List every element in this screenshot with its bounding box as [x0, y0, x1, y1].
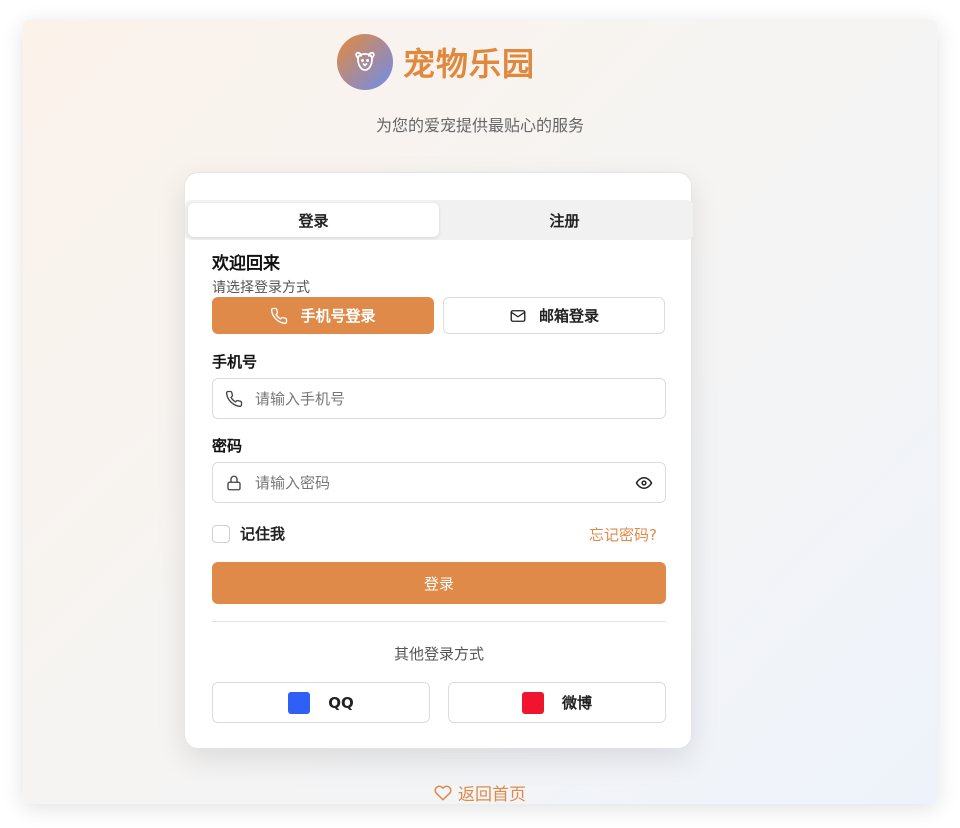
- phone-login-label: 手机号登录: [300, 307, 376, 325]
- weibo-label: 微博: [561, 694, 592, 712]
- weibo-login-button[interactable]: 微博: [448, 682, 666, 723]
- email-login-button[interactable]: 邮箱登录: [443, 297, 665, 334]
- heart-icon: [434, 784, 452, 802]
- brand-tagline: 为您的爱宠提供最贴心的服务: [375, 116, 584, 135]
- welcome-heading: 欢迎回来: [212, 254, 280, 274]
- remember-me[interactable]: 记住我: [212, 523, 285, 544]
- password-input[interactable]: [255, 473, 623, 492]
- eye-icon[interactable]: [635, 474, 653, 492]
- brand-name: 宠物乐园: [403, 45, 536, 83]
- qq-label: QQ: [328, 693, 354, 712]
- phone-field[interactable]: [212, 378, 666, 419]
- remember-checkbox[interactable]: [212, 524, 230, 543]
- remember-label: 记住我: [240, 525, 286, 543]
- login-submit-button[interactable]: 登录: [212, 562, 666, 604]
- phone-input[interactable]: [255, 389, 653, 408]
- phone-icon: [270, 307, 288, 325]
- email-login-label: 邮箱登录: [538, 307, 599, 325]
- tab-login[interactable]: 登录: [188, 203, 439, 237]
- brand-header: 宠物乐园: [337, 34, 535, 90]
- auth-tabs: 登录 注册: [185, 200, 693, 240]
- app-window: 宠物乐园 为您的爱宠提供最贴心的服务 登录 注册 欢迎回来 请选择登录方式 手机…: [23, 20, 937, 804]
- back-home-link[interactable]: 返回首页: [23, 780, 937, 804]
- back-home-label: 返回首页: [458, 785, 526, 804]
- phone-login-button[interactable]: 手机号登录: [212, 297, 434, 334]
- forgot-password-link[interactable]: 忘记密码?: [589, 524, 657, 545]
- other-login-label: 其他登录方式: [393, 645, 484, 663]
- password-field[interactable]: [212, 462, 666, 503]
- qq-login-button[interactable]: QQ: [212, 682, 430, 723]
- weibo-icon: [521, 691, 544, 714]
- phone-label: 手机号: [212, 353, 258, 371]
- qq-icon: [288, 691, 311, 714]
- paw-face-icon: [337, 34, 393, 90]
- phone-icon: [225, 390, 243, 408]
- password-label: 密码: [212, 437, 243, 455]
- mail-icon: [509, 307, 527, 325]
- login-method-subtitle: 请选择登录方式: [212, 280, 310, 296]
- divider: [212, 621, 666, 622]
- tab-register[interactable]: 注册: [439, 203, 690, 237]
- auth-card: 登录 注册 欢迎回来 请选择登录方式 手机号登录 邮箱登录 手机号 密码: [184, 172, 693, 749]
- lock-icon: [225, 474, 243, 492]
